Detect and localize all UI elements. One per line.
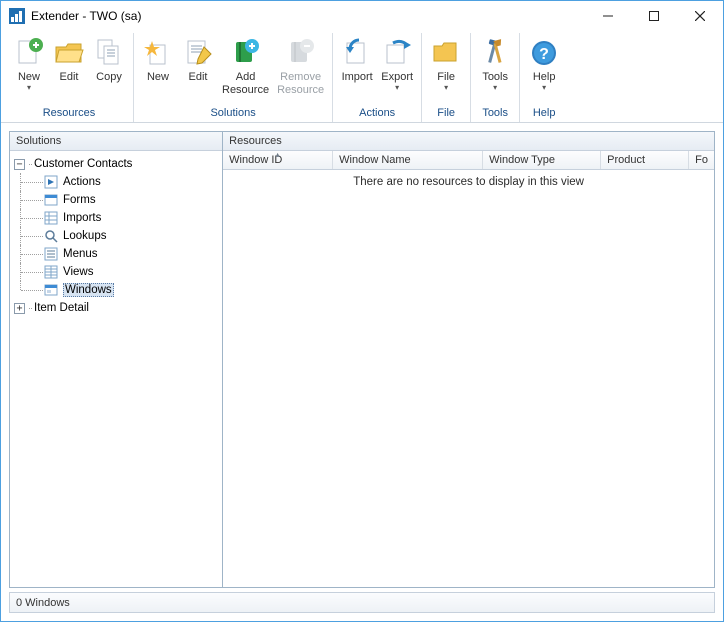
dropdown-arrow-icon: ▾ xyxy=(27,85,31,91)
folder-open-icon xyxy=(53,37,85,69)
views-icon xyxy=(43,264,59,280)
ribbon-group-label: Resources xyxy=(9,106,129,122)
resources-pane: Resources ▴ Window ID Window Name Window… xyxy=(223,132,714,587)
column-form[interactable]: Fo xyxy=(689,151,714,169)
window-title: Extender - TWO (sa) xyxy=(31,9,141,23)
window-controls xyxy=(585,1,723,31)
help-menu-button[interactable]: ? Help ▾ xyxy=(524,35,564,93)
app-icon xyxy=(9,8,25,24)
resources-copy-button[interactable]: Copy xyxy=(89,35,129,86)
import-button[interactable]: Import xyxy=(337,35,377,86)
ribbon-group-tools: Tools ▾ Tools xyxy=(471,33,520,122)
grid-header: ▴ Window ID Window Name Window Type Prod… xyxy=(223,151,714,170)
solutions-edit-button[interactable]: Edit xyxy=(178,35,218,86)
dropdown-arrow-icon: ▾ xyxy=(542,85,546,91)
edit-pencil-icon xyxy=(182,37,214,69)
tree-node-customer-contacts[interactable]: − Customer Contacts xyxy=(12,155,220,173)
import-icon xyxy=(341,37,373,69)
solutions-tree[interactable]: − Customer Contacts Actions Forms xyxy=(10,151,222,587)
resources-new-button[interactable]: New ▾ xyxy=(9,35,49,93)
ribbon: New ▾ Edit Copy Resources xyxy=(1,31,723,123)
ribbon-group-file: File ▾ File xyxy=(422,33,471,122)
column-window-type[interactable]: Window Type xyxy=(483,151,601,169)
forms-icon xyxy=(43,192,59,208)
ribbon-group-label: Tools xyxy=(475,106,515,122)
tree-node-lookups[interactable]: Lookups xyxy=(12,227,220,245)
resources-edit-button[interactable]: Edit xyxy=(49,35,89,86)
ribbon-group-solutions: New Edit Add Resource xyxy=(134,33,333,122)
dropdown-arrow-icon: ▾ xyxy=(444,85,448,91)
copy-icon xyxy=(93,37,125,69)
close-button[interactable] xyxy=(677,1,723,31)
tree-node-views[interactable]: Views xyxy=(12,263,220,281)
lookups-icon xyxy=(43,228,59,244)
ribbon-group-label: File xyxy=(426,106,466,122)
file-menu-button[interactable]: File ▾ xyxy=(426,35,466,93)
tree-node-imports[interactable]: Imports xyxy=(12,209,220,227)
solutions-add-resource-button[interactable]: Add Resource xyxy=(218,35,273,98)
tree-label: Lookups xyxy=(63,230,106,242)
app-window: Extender - TWO (sa) New ▾ xyxy=(0,0,724,622)
tree-label: Actions xyxy=(63,176,101,188)
solutions-header: Solutions xyxy=(10,132,222,151)
tree-label: Customer Contacts xyxy=(34,158,132,170)
status-text: 0 Windows xyxy=(16,597,70,609)
remove-resource-icon xyxy=(285,37,317,69)
column-window-id[interactable]: ▴ Window ID xyxy=(223,151,333,169)
solutions-new-button[interactable]: New xyxy=(138,35,178,86)
grid-body: There are no resources to display in thi… xyxy=(223,170,714,587)
tools-menu-button[interactable]: Tools ▾ xyxy=(475,35,515,93)
collapse-icon[interactable]: − xyxy=(14,159,25,170)
dropdown-arrow-icon: ▾ xyxy=(493,85,497,91)
splitter: Solutions − Customer Contacts Actions xyxy=(9,131,715,588)
tree-node-item-detail[interactable]: + Item Detail xyxy=(12,299,220,317)
help-icon: ? xyxy=(528,37,560,69)
dropdown-arrow-icon: ▾ xyxy=(395,85,399,91)
menus-icon xyxy=(43,246,59,262)
svg-text:?: ? xyxy=(539,46,549,63)
sort-asc-icon: ▴ xyxy=(276,150,280,159)
tools-icon xyxy=(479,37,511,69)
status-bar: 0 Windows xyxy=(9,592,715,613)
ribbon-group-label: Help xyxy=(524,106,564,122)
maximize-button[interactable] xyxy=(631,1,677,31)
tree-node-actions[interactable]: Actions xyxy=(12,173,220,191)
minimize-button[interactable] xyxy=(585,1,631,31)
titlebar: Extender - TWO (sa) xyxy=(1,1,723,31)
tree-label: Menus xyxy=(63,248,98,260)
tree-label: Forms xyxy=(63,194,96,206)
windows-icon xyxy=(43,282,59,298)
column-product[interactable]: Product xyxy=(601,151,689,169)
empty-message: There are no resources to display in thi… xyxy=(353,176,584,188)
column-window-name[interactable]: Window Name xyxy=(333,151,483,169)
export-button[interactable]: Export ▾ xyxy=(377,35,417,93)
ribbon-group-label: Solutions xyxy=(138,106,328,122)
new-star-icon xyxy=(142,37,174,69)
tree-label: Views xyxy=(63,266,93,278)
export-icon xyxy=(381,37,413,69)
ribbon-group-label: Actions xyxy=(337,106,417,122)
actions-icon xyxy=(43,174,59,190)
tree-label: Item Detail xyxy=(34,302,89,314)
folder-icon xyxy=(430,37,462,69)
solutions-pane: Solutions − Customer Contacts Actions xyxy=(10,132,223,587)
tree-node-windows[interactable]: Windows xyxy=(12,281,220,299)
expand-icon[interactable]: + xyxy=(14,303,25,314)
add-resource-icon xyxy=(230,37,262,69)
tree-node-menus[interactable]: Menus xyxy=(12,245,220,263)
ribbon-group-help: ? Help ▾ Help xyxy=(520,33,568,122)
resources-header: Resources xyxy=(223,132,714,151)
tree-label: Imports xyxy=(63,212,101,224)
imports-icon xyxy=(43,210,59,226)
body: Solutions − Customer Contacts Actions xyxy=(1,123,723,621)
tree-label: Windows xyxy=(63,283,114,297)
tree-node-forms[interactable]: Forms xyxy=(12,191,220,209)
ribbon-group-resources: New ▾ Edit Copy Resources xyxy=(5,33,134,122)
ribbon-group-actions: Import Export ▾ Actions xyxy=(333,33,422,122)
solutions-remove-resource-button[interactable]: Remove Resource xyxy=(273,35,328,98)
new-document-icon xyxy=(13,37,45,69)
